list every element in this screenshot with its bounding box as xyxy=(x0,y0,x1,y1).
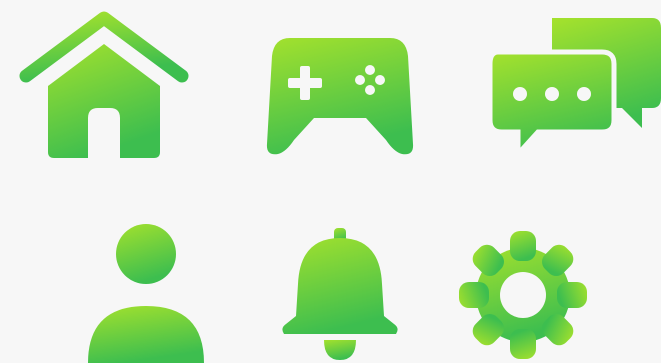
bell-icon xyxy=(280,228,400,363)
gear-icon xyxy=(458,230,588,360)
gamepad-icon xyxy=(266,36,414,158)
icon-grid xyxy=(0,0,661,363)
home-icon xyxy=(19,11,189,160)
user-icon xyxy=(86,224,204,363)
chat-bubbles-icon xyxy=(487,16,661,161)
